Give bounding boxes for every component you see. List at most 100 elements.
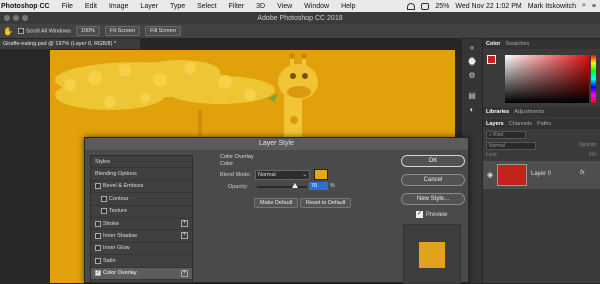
zoom-100-button[interactable]: 100% [75, 26, 100, 36]
user-name[interactable]: Mark Itskowitch [528, 3, 576, 10]
kind-filter[interactable]: ⌕ Kind [486, 131, 526, 139]
style-checkbox[interactable] [95, 220, 101, 227]
layers-tabs: Layers Channels Paths [483, 119, 600, 129]
style-row-texture[interactable]: Texture [91, 206, 192, 218]
close-icon[interactable] [4, 15, 10, 21]
opacity-unit: % [330, 183, 335, 189]
style-checkbox[interactable] [95, 245, 101, 252]
menu-3d[interactable]: 3D [250, 3, 271, 10]
style-row-satin[interactable]: Satin [91, 255, 192, 268]
style-row-inner-shadow[interactable]: Inner Shadow + [91, 230, 192, 243]
layer-name[interactable]: Layer 0 [531, 171, 551, 177]
blend-mode-select[interactable]: Normal ⌄ [255, 170, 310, 180]
add-effect-icon[interactable]: + [181, 219, 188, 227]
scroll-all-checkbox[interactable]: Scroll All Windows [17, 27, 71, 35]
options-bar: ✋ Scroll All Windows 100% Fit Screen Fil… [0, 24, 600, 38]
style-row-color-overlay[interactable]: ✓ Color Overlay + [91, 267, 192, 280]
adjustments-icon[interactable]: ◐ [467, 105, 477, 114]
minimize-icon[interactable] [13, 15, 19, 21]
clock[interactable]: Wed Nov 22 1:02 PM [455, 3, 521, 10]
history-icon[interactable]: ⌚ [467, 57, 477, 66]
tab-color[interactable]: Color [486, 41, 500, 47]
menu-view[interactable]: View [271, 3, 298, 10]
title-bar: Adobe Photoshop CC 2018 [0, 12, 600, 24]
cancel-button[interactable]: Cancel [401, 174, 465, 186]
blend-mode-label: Blend Mode: [220, 172, 251, 178]
scroll-all-label: Scroll All Windows [25, 28, 71, 35]
ok-button[interactable]: OK [401, 155, 465, 167]
visibility-eye-icon[interactable]: ◉ [487, 171, 493, 179]
hand-tool-icon[interactable]: ✋ [3, 27, 13, 36]
layer-thumbnail [497, 164, 527, 186]
tab-swatches[interactable]: Swatches [505, 41, 529, 47]
style-label: Bevel & Emboss [103, 183, 144, 190]
add-effect-icon[interactable]: + [181, 269, 188, 277]
wifi-icon[interactable] [407, 2, 416, 10]
style-checkbox[interactable] [95, 257, 101, 264]
foreground-color-swatch[interactable] [487, 55, 496, 64]
preview-checkbox[interactable]: ✓ Preview [416, 211, 447, 218]
battery-icon[interactable] [421, 2, 430, 10]
style-row-stroke[interactable]: Stroke + [91, 218, 192, 231]
status-area: 25% Wed Nov 22 1:02 PM Mark Itskowitch ⌕… [407, 2, 600, 10]
make-default-button[interactable]: Make Default [254, 198, 299, 208]
reset-to-default-button[interactable]: Reset to Default [300, 198, 352, 208]
menu-select[interactable]: Select [191, 3, 222, 10]
maximize-icon[interactable] [22, 15, 28, 21]
menu-list-icon[interactable]: ≡ [592, 3, 596, 10]
menu-file[interactable]: File [56, 3, 79, 10]
libraries-icon[interactable]: ▤ [467, 91, 477, 100]
menu-image[interactable]: Image [103, 3, 134, 10]
tab-channels[interactable]: Channels [509, 121, 532, 127]
style-label: Texture [109, 208, 128, 215]
style-list: Styles Blending Options Bevel & Emboss Cont… [90, 155, 193, 283]
style-checkbox[interactable] [95, 183, 101, 190]
color-panel-tabs: Color Swatches [483, 39, 600, 49]
menu-edit[interactable]: Edit [79, 3, 103, 10]
opacity-slider-thumb[interactable] [292, 183, 298, 188]
style-row-inner-glow[interactable]: Inner Glow [91, 243, 192, 256]
style-checkbox[interactable]: ✓ [95, 270, 101, 277]
add-effect-icon[interactable]: + [181, 232, 188, 240]
hue-slider[interactable] [591, 55, 596, 103]
style-checkbox[interactable] [95, 233, 101, 240]
dialog-title: Layer Style [85, 138, 468, 150]
style-row-bevel-emboss[interactable]: Bevel & Emboss [91, 181, 192, 194]
opacity-slider[interactable] [257, 186, 307, 188]
fill-label: Fill: [589, 152, 597, 158]
menu-layer[interactable]: Layer [134, 3, 164, 10]
tab-paths[interactable]: Paths [537, 121, 551, 127]
style-checkbox[interactable] [101, 195, 107, 202]
menu-help[interactable]: Help [335, 3, 361, 10]
layer-style-dialog: Layer Style Styles Blending Options Bevel … [84, 137, 469, 284]
menu-filter[interactable]: Filter [223, 3, 251, 10]
style-checkbox[interactable] [101, 208, 107, 215]
menu-window[interactable]: Window [298, 3, 335, 10]
properties-icon[interactable]: ⚙ [467, 71, 477, 80]
preview-box [403, 224, 461, 284]
color-picker[interactable] [483, 49, 600, 107]
tab-layers[interactable]: Layers [486, 121, 504, 127]
fit-screen-button[interactable]: Fit Screen [104, 26, 141, 36]
menu-type[interactable]: Type [164, 3, 191, 10]
collapse-icon[interactable]: « [467, 43, 477, 52]
new-style-button[interactable]: New Style... [401, 193, 465, 205]
color-field[interactable] [505, 55, 589, 103]
style-row-contour[interactable]: Contour [91, 193, 192, 206]
style-row-blending-options[interactable]: Blending Options [91, 168, 192, 181]
opacity-input[interactable]: 76 [309, 182, 328, 190]
checkmark-icon: ✓ [416, 211, 423, 218]
style-row-styles[interactable]: Styles [91, 156, 192, 169]
style-label: Contour [109, 195, 129, 202]
tab-adjustments[interactable]: Adjustments [514, 109, 544, 115]
app-menu[interactable]: Photoshop CC [0, 3, 56, 10]
layer-row[interactable]: ◉ Layer 0 fx [483, 161, 600, 189]
document-tab[interactable]: Giraffe-eating.psd @ 197% (Layer 0, RGB/… [0, 39, 140, 49]
fill-screen-button[interactable]: Fill Screen [145, 26, 182, 36]
style-label: Color Overlay [103, 270, 137, 277]
layer-blend-mode[interactable]: Normal [486, 142, 536, 150]
tab-libraries[interactable]: Libraries [486, 109, 509, 115]
fx-icon[interactable]: fx [580, 170, 585, 176]
overlay-color-swatch[interactable] [314, 169, 328, 180]
search-icon[interactable]: ⌕ [582, 2, 586, 10]
